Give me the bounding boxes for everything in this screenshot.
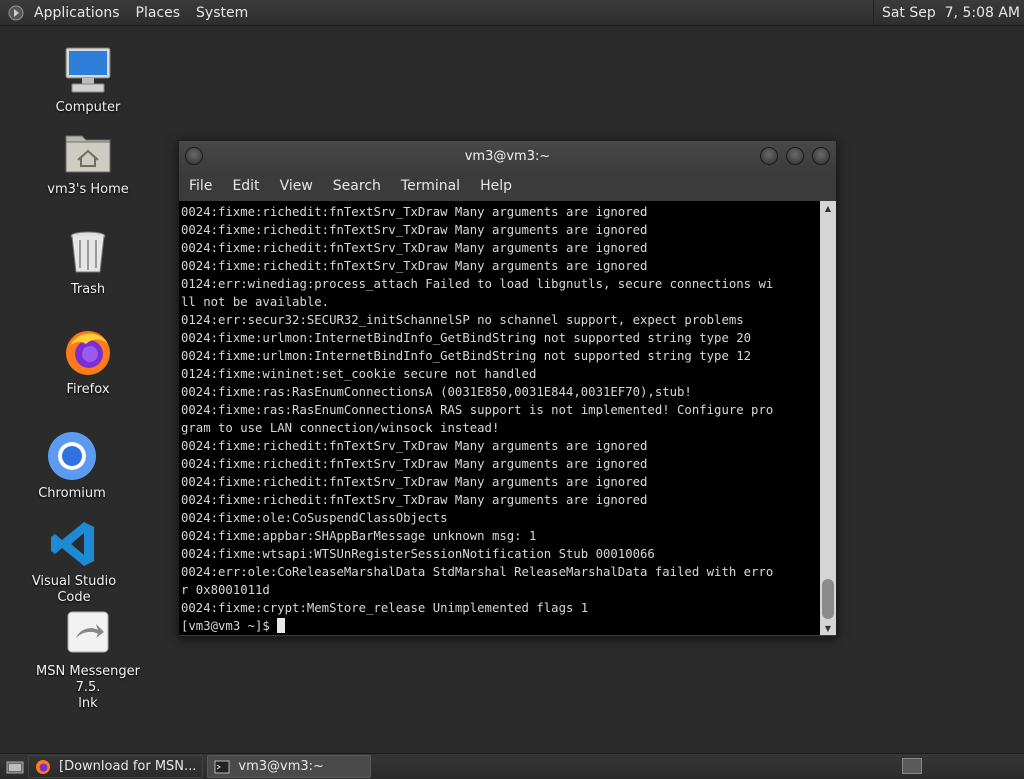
- menu-view[interactable]: View: [270, 178, 323, 194]
- taskbar-item-label: [Download for MSN...: [59, 759, 197, 774]
- vscode-icon: [51, 522, 94, 566]
- terminal-line: 0024:fixme:appbar:SHAppBarMessage unknow…: [181, 529, 537, 543]
- terminal-line: 0024:fixme:ole:CoSuspendClassObjects: [181, 511, 448, 525]
- text-cursor: [277, 618, 286, 633]
- applications-logo-icon[interactable]: [8, 5, 24, 21]
- terminal-line: 0024:fixme:richedit:fnTextSrv_TxDraw Man…: [181, 493, 648, 507]
- terminal-line: 0024:fixme:wtsapi:WTSUnRegisterSessionNo…: [181, 547, 655, 561]
- desktop-icon-trash[interactable]: Trash: [28, 226, 148, 298]
- terminal-line: 0024:fixme:richedit:fnTextSrv_TxDraw Man…: [181, 241, 648, 255]
- clock[interactable]: Sat Sep 7, 5:08 AM: [872, 0, 1024, 25]
- desktop-icon-chromium[interactable]: Chromium: [12, 430, 132, 502]
- terminal-line: gram to use LAN connection/winsock inste…: [181, 421, 500, 435]
- system-menu[interactable]: System: [188, 0, 256, 25]
- desktop-icon-vscode[interactable]: Visual Studio Code: [14, 518, 134, 606]
- terminal-line: 0024:fixme:richedit:fnTextSrv_TxDraw Man…: [181, 475, 648, 489]
- desktop-icon-firefox[interactable]: Firefox: [28, 326, 148, 398]
- terminal-line: 0024:fixme:richedit:fnTextSrv_TxDraw Man…: [181, 205, 648, 219]
- terminal-line: ll not be available.: [181, 295, 330, 309]
- taskbar-item-label: vm3@vm3:~: [238, 759, 324, 774]
- terminal-line: 0024:fixme:urlmon:InternetBindInfo_GetBi…: [181, 349, 752, 363]
- scrollbar-thumb[interactable]: [822, 579, 834, 619]
- window-menu-button[interactable]: [185, 147, 203, 165]
- terminal-menubar: File Edit View Search Terminal Help: [179, 171, 836, 200]
- menu-edit[interactable]: Edit: [222, 178, 269, 194]
- show-desktop-icon[interactable]: [6, 759, 24, 775]
- places-menu[interactable]: Places: [128, 0, 189, 25]
- desktop-icon-home[interactable]: vm3's Home: [28, 126, 148, 198]
- close-button[interactable]: [812, 147, 830, 165]
- firefox-icon: [36, 759, 50, 774]
- scroll-up-arrow-icon[interactable]: ▲: [820, 201, 836, 215]
- taskbar-item-browser[interactable]: [Download for MSN...: [28, 755, 204, 778]
- desktop-icon-label: vm3's Home: [47, 182, 129, 197]
- terminal-line: 0024:err:ole:CoReleaseMarshalData StdMar…: [181, 565, 774, 579]
- desktop-icon-computer[interactable]: Computer: [28, 44, 148, 116]
- desktop-icon-label: Trash: [70, 282, 106, 297]
- terminal-line: 0124:err:secur32:SECUR32_initSchannelSP …: [181, 313, 744, 327]
- terminal-line: 0024:fixme:ras:RasEnumConnectionsA RAS s…: [181, 403, 774, 417]
- terminal-line: 0024:fixme:richedit:fnTextSrv_TxDraw Man…: [181, 259, 648, 273]
- top-menu: Applications Places System: [0, 0, 256, 25]
- terminal-scrollbar[interactable]: ▲ ▼: [820, 201, 836, 635]
- terminal-line: 0024:fixme:ras:RasEnumConnectionsA (0031…: [181, 385, 692, 399]
- chromium-icon: [48, 432, 96, 480]
- terminal-line: r 0x8001011d: [181, 583, 270, 597]
- computer-icon: [65, 47, 111, 93]
- scroll-down-arrow-icon[interactable]: ▼: [820, 621, 836, 635]
- shell-prompt: [vm3@vm3 ~]$: [181, 619, 278, 633]
- menu-terminal[interactable]: Terminal: [391, 178, 470, 194]
- terminal-line: 0024:fixme:crypt:MemStore_release Unimpl…: [181, 601, 589, 615]
- home-folder-icon: [65, 135, 111, 173]
- window-title: vm3@vm3:~: [464, 148, 551, 164]
- trash-icon: [70, 231, 106, 273]
- bottom-panel: [Download for MSN... vm3@vm3:~: [0, 753, 1024, 779]
- firefox-icon: [66, 331, 110, 375]
- terminal-line: 0024:fixme:urlmon:InternetBindInfo_GetBi…: [181, 331, 752, 345]
- terminal-prompt-line[interactable]: [vm3@vm3 ~]$: [179, 617, 820, 635]
- terminal-line: 0024:fixme:richedit:fnTextSrv_TxDraw Man…: [181, 457, 648, 471]
- workspace-1[interactable]: [902, 758, 922, 774]
- menu-file[interactable]: File: [179, 178, 222, 194]
- applications-menu[interactable]: Applications: [26, 0, 128, 25]
- terminal-line: 0024:fixme:richedit:fnTextSrv_TxDraw Man…: [181, 223, 648, 237]
- desktop-icon-label: Computer: [55, 100, 121, 115]
- taskbar-item-terminal[interactable]: vm3@vm3:~: [207, 755, 372, 778]
- window-titlebar[interactable]: vm3@vm3:~: [179, 141, 836, 171]
- minimize-button[interactable]: [760, 147, 778, 165]
- desktop-icon-msn[interactable]: MSN Messenger 7.5. lnk: [28, 608, 148, 712]
- menu-search[interactable]: Search: [323, 178, 391, 194]
- desktop-icon-label: Chromium: [38, 486, 106, 501]
- terminal-window: vm3@vm3:~ File Edit View Search Terminal…: [178, 140, 837, 637]
- terminal-line: 0024:fixme:richedit:fnTextSrv_TxDraw Man…: [181, 439, 648, 453]
- terminal-output[interactable]: 0024:fixme:richedit:fnTextSrv_TxDraw Man…: [179, 201, 820, 635]
- menu-help[interactable]: Help: [470, 178, 522, 194]
- terminal-line: 0124:fixme:wininet:set_cookie secure not…: [181, 367, 537, 381]
- maximize-button[interactable]: [786, 147, 804, 165]
- msn-shortcut-icon: [67, 611, 109, 653]
- top-panel: Applications Places System Sat Sep 7, 5:…: [0, 0, 1024, 26]
- desktop-icon-label: MSN Messenger 7.5. lnk: [36, 664, 140, 711]
- terminal-line: 0124:err:winediag:process_attach Failed …: [181, 277, 774, 291]
- desktop-icon-label: Visual Studio Code: [31, 574, 117, 605]
- terminal-icon: [214, 760, 230, 773]
- desktop-icon-label: Firefox: [66, 382, 110, 397]
